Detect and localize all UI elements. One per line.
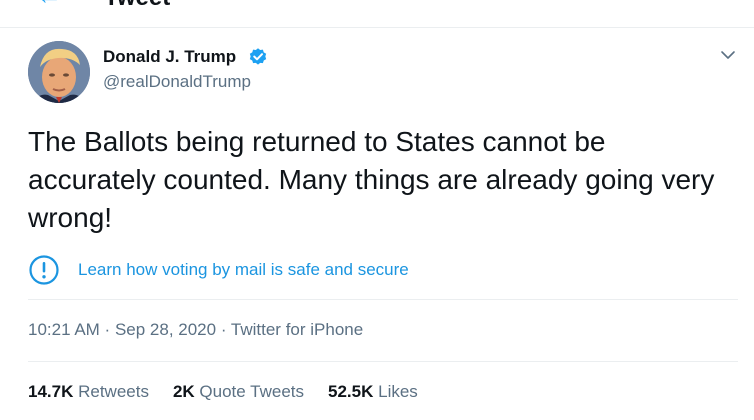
exclamation-circle-icon bbox=[29, 255, 59, 285]
arrow-left-icon[interactable]: ← bbox=[36, 0, 62, 11]
tweet-stats: 14.7K Retweets 2K Quote Tweets 52.5K Lik… bbox=[28, 382, 442, 402]
retweets-stat[interactable]: 14.7K Retweets bbox=[28, 382, 149, 402]
author-handle[interactable]: @realDonaldTrump bbox=[103, 72, 251, 92]
tweet-source[interactable]: Twitter for iPhone bbox=[231, 320, 363, 339]
tweet-metadata: 10:21 AM · Sep 28, 2020 · Twitter for iP… bbox=[28, 320, 363, 340]
avatar-image bbox=[28, 41, 90, 103]
tweet-date[interactable]: Sep 28, 2020 bbox=[115, 320, 216, 339]
likes-count: 52.5K bbox=[328, 382, 374, 401]
likes-stat[interactable]: 52.5K Likes bbox=[328, 382, 418, 402]
tweet-time[interactable]: 10:21 AM bbox=[28, 320, 100, 339]
tweet-card: Donald J. Trump @realDonaldTrump The Bal… bbox=[0, 28, 754, 420]
avatar[interactable] bbox=[28, 41, 90, 103]
voting-info-notice[interactable]: Learn how voting by mail is safe and sec… bbox=[28, 253, 409, 287]
divider bbox=[28, 299, 738, 300]
quote-tweets-label: Quote Tweets bbox=[194, 382, 305, 401]
meta-separator: · bbox=[99, 320, 115, 339]
verified-badge-icon bbox=[249, 48, 267, 65]
quote-tweets-stat[interactable]: 2K Quote Tweets bbox=[173, 382, 304, 402]
retweets-label: Retweets bbox=[73, 382, 149, 401]
divider bbox=[28, 361, 738, 362]
chevron-down-icon[interactable] bbox=[719, 46, 737, 64]
voting-info-link[interactable]: Learn how voting by mail is safe and sec… bbox=[78, 260, 409, 280]
likes-label: Likes bbox=[373, 382, 418, 401]
retweets-count: 14.7K bbox=[28, 382, 74, 401]
page-title: Tweet bbox=[104, 0, 170, 12]
tweet-text: The Ballots being returned to States can… bbox=[28, 126, 715, 233]
page-header: ← Tweet bbox=[0, 0, 754, 28]
meta-separator: · bbox=[216, 320, 231, 339]
quote-tweets-count: 2K bbox=[172, 382, 195, 401]
author-name[interactable]: Donald J. Trump bbox=[103, 47, 236, 67]
